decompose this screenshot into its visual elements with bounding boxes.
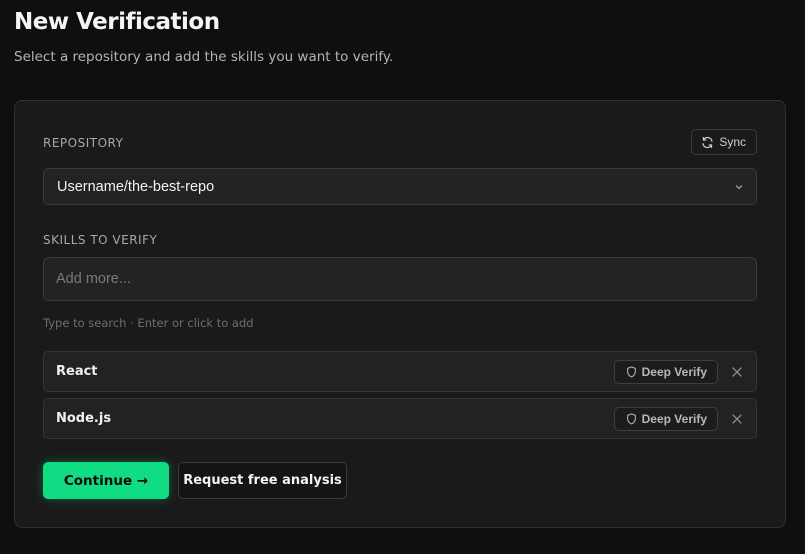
refresh-icon xyxy=(702,136,713,148)
request-analysis-button[interactable]: Request free analysis xyxy=(178,462,347,499)
shield-icon xyxy=(626,365,636,377)
skill-row-nodejs: Node.js Deep Verify xyxy=(43,398,757,439)
remove-skill-button[interactable] xyxy=(728,410,746,428)
verification-card: REPOSITORY Sync Username/the-best-repo S… xyxy=(14,100,786,528)
chevron-down-icon xyxy=(735,184,743,189)
shield-icon xyxy=(626,412,636,424)
close-icon xyxy=(732,366,742,377)
remove-skill-button[interactable] xyxy=(728,363,746,381)
repository-select-value: Username/the-best-repo xyxy=(57,178,215,195)
skill-row-react: React Deep Verify xyxy=(43,351,757,392)
skill-search-input[interactable] xyxy=(43,257,757,301)
skill-name: React xyxy=(56,364,98,379)
deep-verify-label: Deep Verify xyxy=(641,364,707,379)
repository-label: REPOSITORY xyxy=(43,136,124,150)
new-verification-page: New Verification Select a repository and… xyxy=(0,0,805,554)
deep-verify-button[interactable]: Deep Verify xyxy=(613,359,718,384)
deep-verify-label: Deep Verify xyxy=(641,411,707,426)
continue-button[interactable]: Continue → xyxy=(43,462,169,499)
sync-button[interactable]: Sync xyxy=(691,129,757,155)
skill-input-hint: Type to search · Enter or click to add xyxy=(43,316,254,330)
skills-label: SKILLS TO VERIFY xyxy=(43,233,158,247)
close-icon xyxy=(732,413,742,424)
repository-select[interactable]: Username/the-best-repo xyxy=(43,168,757,205)
sync-label: Sync xyxy=(719,135,746,149)
page-title: New Verification xyxy=(14,9,220,35)
page-subtitle: Select a repository and add the skills y… xyxy=(14,49,394,65)
deep-verify-button[interactable]: Deep Verify xyxy=(613,406,718,431)
skill-name: Node.js xyxy=(56,411,112,426)
